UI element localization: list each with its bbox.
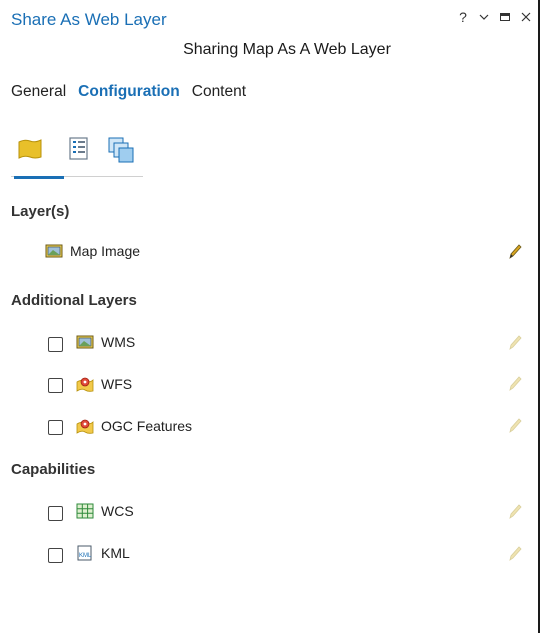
maximize-icon (500, 13, 510, 21)
layer-label: Map Image (70, 243, 141, 259)
map-image-icon (45, 244, 63, 258)
properties-icon (69, 137, 88, 160)
title-controls: ? (457, 9, 532, 25)
layers-subtab[interactable] (14, 136, 64, 179)
layer-label: OGC Features (101, 418, 193, 434)
capability-label: KML (101, 545, 130, 561)
layer-label: WMS (101, 334, 136, 350)
layer-label: WFS (101, 376, 133, 392)
edit-pencil-icon[interactable] (508, 503, 522, 519)
properties-subtab[interactable] (67, 136, 97, 166)
pages-subtab[interactable] (107, 136, 137, 166)
layers-icon (18, 139, 42, 159)
svg-text:KML: KML (79, 553, 92, 559)
layer-row-ogc-features[interactable]: OGC Features (76, 415, 192, 437)
feature-icon (76, 419, 94, 434)
help-button[interactable]: ? (457, 9, 469, 25)
chevron-down-icon (479, 14, 489, 20)
grid-icon (76, 503, 94, 519)
maximize-button[interactable] (499, 10, 511, 24)
kml-checkbox[interactable] (48, 548, 63, 563)
wfs-checkbox[interactable] (48, 378, 63, 393)
layer-row-wfs[interactable]: WFS (76, 373, 132, 395)
layer-row-map-image[interactable]: Map Image (45, 240, 140, 262)
section-capabilities-header: Capabilities (11, 461, 96, 478)
tab-general[interactable]: General (11, 83, 66, 101)
close-icon (521, 12, 531, 22)
tab-configuration[interactable]: Configuration (78, 83, 180, 101)
share-web-layer-pane: Share As Web Layer ? Sharing Map As A We… (0, 0, 540, 633)
options-menu-button[interactable] (478, 10, 490, 24)
configuration-subtabs (11, 130, 143, 179)
edit-pencil-icon[interactable] (508, 417, 522, 433)
tab-strip: General Configuration Content (11, 83, 246, 101)
pane-subtitle: Sharing Map As A Web Layer (183, 41, 391, 58)
pages-icon (108, 137, 134, 163)
section-additional-layers-header: Additional Layers (11, 292, 137, 309)
map-image-icon (76, 335, 94, 349)
section-layers-header: Layer(s) (11, 203, 70, 220)
wms-checkbox[interactable] (48, 337, 63, 352)
tab-content[interactable]: Content (192, 83, 246, 101)
edit-pencil-icon[interactable] (508, 334, 522, 350)
ogc-features-checkbox[interactable] (48, 420, 63, 435)
capability-row-kml[interactable]: KML KML (76, 542, 130, 564)
capability-row-wcs[interactable]: WCS (76, 500, 134, 522)
pane-title: Share As Web Layer (11, 10, 167, 29)
kml-icon: KML (77, 545, 92, 561)
edit-pencil-icon[interactable] (508, 375, 522, 391)
layer-row-wms[interactable]: WMS (76, 331, 135, 353)
wcs-checkbox[interactable] (48, 506, 63, 521)
edit-pencil-icon[interactable] (508, 243, 522, 259)
feature-icon (76, 377, 94, 392)
close-button[interactable] (520, 10, 532, 24)
edit-pencil-icon[interactable] (508, 545, 522, 561)
capability-label: WCS (101, 503, 134, 519)
